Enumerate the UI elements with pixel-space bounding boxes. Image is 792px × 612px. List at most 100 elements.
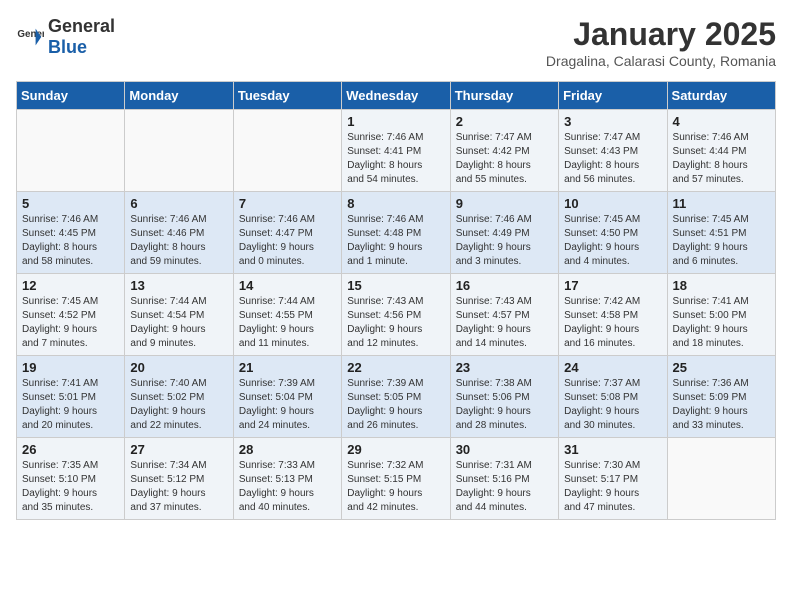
day-info: Sunrise: 7:46 AM Sunset: 4:41 PM Dayligh… (347, 131, 444, 187)
day-info: Sunrise: 7:46 AM Sunset: 4:45 PM Dayligh… (22, 213, 119, 269)
day-info: Sunrise: 7:43 AM Sunset: 4:57 PM Dayligh… (456, 295, 553, 351)
day-info: Sunrise: 7:30 AM Sunset: 5:17 PM Dayligh… (564, 459, 661, 515)
title-block: January 2025 Dragalina, Calarasi County,… (546, 16, 776, 69)
day-number: 18 (673, 278, 770, 293)
calendar-cell: 5 Sunrise: 7:46 AM Sunset: 4:45 PM Daylig… (17, 192, 125, 274)
day-info: Sunrise: 7:37 AM Sunset: 5:08 PM Dayligh… (564, 377, 661, 433)
day-number: 10 (564, 196, 661, 211)
calendar-cell: 7 Sunrise: 7:46 AM Sunset: 4:47 PM Daylig… (233, 192, 341, 274)
day-info: Sunrise: 7:44 AM Sunset: 4:55 PM Dayligh… (239, 295, 336, 351)
day-number: 3 (564, 114, 661, 129)
day-info: Sunrise: 7:46 AM Sunset: 4:48 PM Dayligh… (347, 213, 444, 269)
day-number: 15 (347, 278, 444, 293)
calendar-cell: 21 Sunrise: 7:39 AM Sunset: 5:04 PM Dayli… (233, 356, 341, 438)
day-info: Sunrise: 7:39 AM Sunset: 5:05 PM Dayligh… (347, 377, 444, 433)
day-info: Sunrise: 7:34 AM Sunset: 5:12 PM Dayligh… (130, 459, 227, 515)
calendar-cell (125, 110, 233, 192)
day-number: 31 (564, 442, 661, 457)
day-number: 4 (673, 114, 770, 129)
calendar-cell: 4Sunrise: 7:46 AM Sunset: 4:44 PM Daylig… (667, 110, 775, 192)
day-number: 17 (564, 278, 661, 293)
weekday-header-sunday: Sunday (17, 82, 125, 110)
day-number: 23 (456, 360, 553, 375)
day-info: Sunrise: 7:31 AM Sunset: 5:16 PM Dayligh… (456, 459, 553, 515)
day-number: 1 (347, 114, 444, 129)
day-info: Sunrise: 7:44 AM Sunset: 4:54 PM Dayligh… (130, 295, 227, 351)
calendar-cell: 15 Sunrise: 7:43 AM Sunset: 4:56 PM Dayli… (342, 274, 450, 356)
day-info: Sunrise: 7:41 AM Sunset: 5:00 PM Dayligh… (673, 295, 770, 351)
calendar-subtitle: Dragalina, Calarasi County, Romania (546, 53, 776, 69)
calendar-cell: 24 Sunrise: 7:37 AM Sunset: 5:08 PM Dayli… (559, 356, 667, 438)
calendar-cell: 12Sunrise: 7:45 AM Sunset: 4:52 PM Dayli… (17, 274, 125, 356)
calendar-cell: 25Sunrise: 7:36 AM Sunset: 5:09 PM Dayli… (667, 356, 775, 438)
day-info: Sunrise: 7:33 AM Sunset: 5:13 PM Dayligh… (239, 459, 336, 515)
calendar-cell: 8 Sunrise: 7:46 AM Sunset: 4:48 PM Daylig… (342, 192, 450, 274)
calendar-table: SundayMondayTuesdayWednesdayThursdayFrid… (16, 81, 776, 520)
day-number: 8 (347, 196, 444, 211)
calendar-cell: 6Sunrise: 7:46 AM Sunset: 4:46 PM Daylig… (125, 192, 233, 274)
calendar-cell: 16 Sunrise: 7:43 AM Sunset: 4:57 PM Dayli… (450, 274, 558, 356)
logo-general-text: General (48, 16, 115, 36)
day-number: 11 (673, 196, 770, 211)
day-number: 13 (130, 278, 227, 293)
day-info: Sunrise: 7:45 AM Sunset: 4:50 PM Dayligh… (564, 213, 661, 269)
day-info: Sunrise: 7:47 AM Sunset: 4:42 PM Dayligh… (456, 131, 553, 187)
day-number: 20 (130, 360, 227, 375)
weekday-header-tuesday: Tuesday (233, 82, 341, 110)
calendar-cell: 23 Sunrise: 7:38 AM Sunset: 5:06 PM Dayli… (450, 356, 558, 438)
day-info: Sunrise: 7:47 AM Sunset: 4:43 PM Dayligh… (564, 131, 661, 187)
day-number: 21 (239, 360, 336, 375)
day-number: 6 (130, 196, 227, 211)
calendar-cell: 27 Sunrise: 7:34 AM Sunset: 5:12 PM Dayli… (125, 438, 233, 520)
day-number: 7 (239, 196, 336, 211)
day-info: Sunrise: 7:46 AM Sunset: 4:47 PM Dayligh… (239, 213, 336, 269)
weekday-header-thursday: Thursday (450, 82, 558, 110)
day-info: Sunrise: 7:39 AM Sunset: 5:04 PM Dayligh… (239, 377, 336, 433)
day-info: Sunrise: 7:42 AM Sunset: 4:58 PM Dayligh… (564, 295, 661, 351)
calendar-cell: 17 Sunrise: 7:42 AM Sunset: 4:58 PM Dayli… (559, 274, 667, 356)
day-info: Sunrise: 7:46 AM Sunset: 4:49 PM Dayligh… (456, 213, 553, 269)
calendar-cell: 13 Sunrise: 7:44 AM Sunset: 4:54 PM Dayli… (125, 274, 233, 356)
logo-blue-text: Blue (48, 37, 87, 57)
day-info: Sunrise: 7:45 AM Sunset: 4:51 PM Dayligh… (673, 213, 770, 269)
day-info: Sunrise: 7:45 AM Sunset: 4:52 PM Dayligh… (22, 295, 119, 351)
day-info: Sunrise: 7:32 AM Sunset: 5:15 PM Dayligh… (347, 459, 444, 515)
calendar-cell (233, 110, 341, 192)
calendar-cell: 26 Sunrise: 7:35 AM Sunset: 5:10 PM Dayli… (17, 438, 125, 520)
calendar-cell: 31 Sunrise: 7:30 AM Sunset: 5:17 PM Dayli… (559, 438, 667, 520)
day-number: 19 (22, 360, 119, 375)
day-number: 14 (239, 278, 336, 293)
calendar-cell: 29Sunrise: 7:32 AM Sunset: 5:15 PM Dayli… (342, 438, 450, 520)
weekday-header-row: SundayMondayTuesdayWednesdayThursdayFrid… (17, 82, 776, 110)
day-info: Sunrise: 7:41 AM Sunset: 5:01 PM Dayligh… (22, 377, 119, 433)
calendar-cell: 18 Sunrise: 7:41 AM Sunset: 5:00 PM Dayli… (667, 274, 775, 356)
weekday-header-wednesday: Wednesday (342, 82, 450, 110)
weekday-header-monday: Monday (125, 82, 233, 110)
day-number: 26 (22, 442, 119, 457)
logo: General General Blue (16, 16, 115, 58)
calendar-title: January 2025 (546, 16, 776, 53)
logo-icon: General (16, 23, 44, 51)
calendar-cell: 11 Sunrise: 7:45 AM Sunset: 4:51 PM Dayli… (667, 192, 775, 274)
calendar-cell: 19 Sunrise: 7:41 AM Sunset: 5:01 PM Dayli… (17, 356, 125, 438)
week-row-3: 12Sunrise: 7:45 AM Sunset: 4:52 PM Dayli… (17, 274, 776, 356)
day-number: 24 (564, 360, 661, 375)
day-info: Sunrise: 7:35 AM Sunset: 5:10 PM Dayligh… (22, 459, 119, 515)
day-info: Sunrise: 7:38 AM Sunset: 5:06 PM Dayligh… (456, 377, 553, 433)
calendar-cell: 22Sunrise: 7:39 AM Sunset: 5:05 PM Dayli… (342, 356, 450, 438)
calendar-cell: 1 Sunrise: 7:46 AM Sunset: 4:41 PM Daylig… (342, 110, 450, 192)
calendar-cell: 20Sunrise: 7:40 AM Sunset: 5:02 PM Dayli… (125, 356, 233, 438)
week-row-2: 5 Sunrise: 7:46 AM Sunset: 4:45 PM Daylig… (17, 192, 776, 274)
calendar-cell: 28 Sunrise: 7:33 AM Sunset: 5:13 PM Dayli… (233, 438, 341, 520)
day-number: 30 (456, 442, 553, 457)
day-number: 28 (239, 442, 336, 457)
day-number: 5 (22, 196, 119, 211)
day-number: 27 (130, 442, 227, 457)
calendar-cell: 30 Sunrise: 7:31 AM Sunset: 5:16 PM Dayli… (450, 438, 558, 520)
day-number: 16 (456, 278, 553, 293)
day-number: 2 (456, 114, 553, 129)
calendar-cell: 2 Sunrise: 7:47 AM Sunset: 4:42 PM Daylig… (450, 110, 558, 192)
day-info: Sunrise: 7:43 AM Sunset: 4:56 PM Dayligh… (347, 295, 444, 351)
calendar-cell (667, 438, 775, 520)
day-number: 9 (456, 196, 553, 211)
